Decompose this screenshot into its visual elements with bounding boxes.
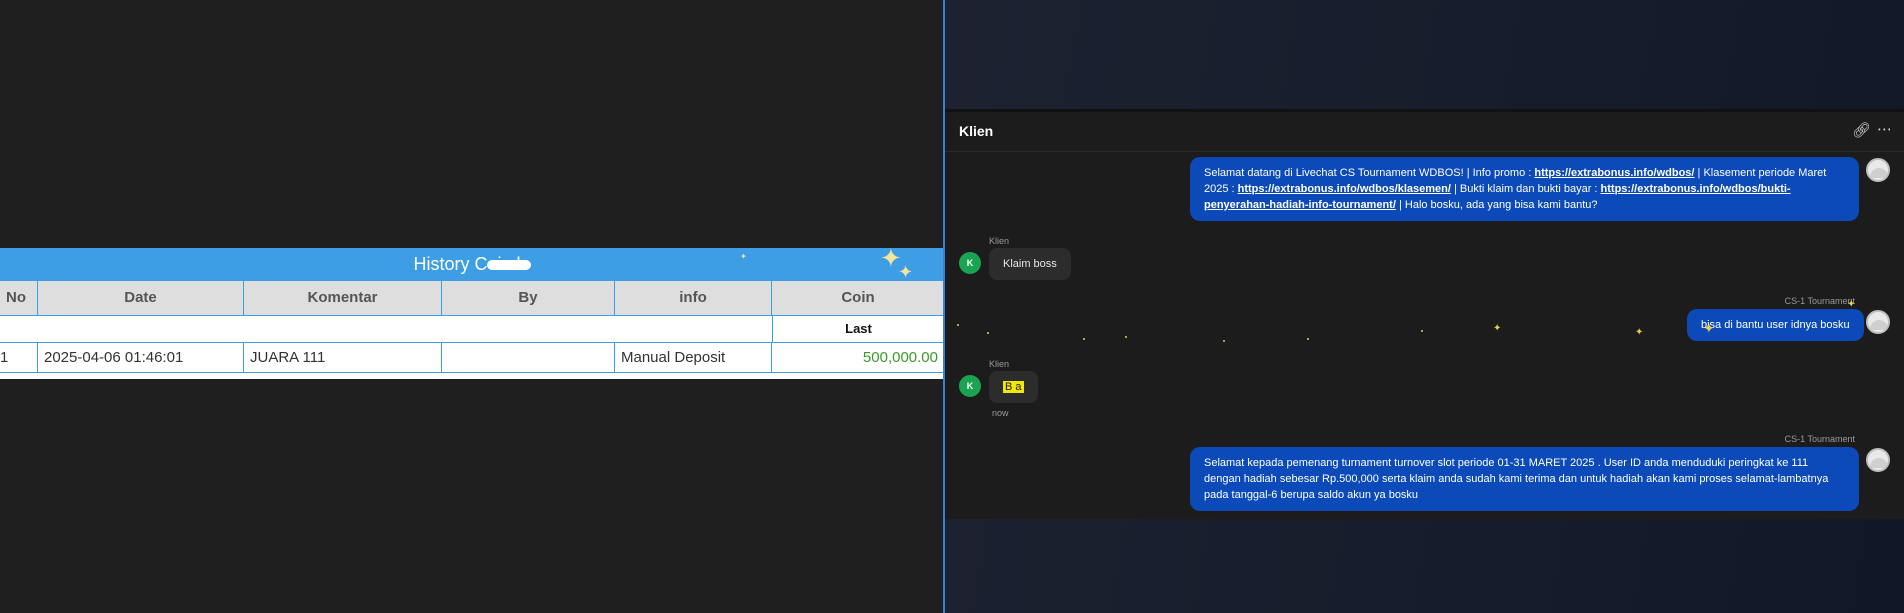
client-avatar: K	[959, 252, 981, 274]
sparkle-icon: ✦	[1703, 321, 1715, 337]
screen: History Coin b ✦ ✦ ✦ No Date Komentar By…	[0, 0, 1904, 613]
cell-komentar: JUARA 111	[244, 343, 442, 372]
cell-coin: 500,000.00	[862, 349, 938, 366]
agent-avatar	[1866, 158, 1890, 182]
message-bubble-congrats: Selamat kepada pemenang turnament turnov…	[1190, 447, 1859, 511]
message-bubble-welcome: Selamat datang di Livechat CS Tournament…	[1190, 157, 1859, 221]
cell-date: 2025-04-06 01:46:01	[38, 343, 244, 372]
sender-name: CS-1 Tournament	[1784, 434, 1855, 444]
message-text: | Halo bosku, ada yang bisa kami bantu?	[1395, 199, 1598, 211]
agent-avatar	[1866, 310, 1890, 334]
client-avatar: K	[959, 375, 981, 397]
sparkle-dot	[1223, 340, 1225, 342]
sparkle-dot	[957, 324, 959, 326]
message-time: now	[992, 408, 1009, 418]
sparkle-icon: ✦	[740, 252, 747, 261]
column-header-no[interactable]: No	[0, 281, 38, 315]
chat-panel: Klien 🔗︎ ⋯ Selamat datang di Livechat CS…	[945, 109, 1904, 519]
sparkle-icon: ✦	[1493, 323, 1502, 334]
cell-info: Manual Deposit	[615, 343, 772, 372]
subheader-last: Last	[772, 316, 944, 342]
column-header-coin[interactable]: Coin	[772, 281, 944, 315]
column-header-date[interactable]: Date	[38, 281, 244, 315]
sparkle-dot	[987, 332, 989, 334]
table-header-row: No Date Komentar By info Coin	[0, 281, 944, 315]
sender-name: Klien	[989, 236, 1010, 246]
link-icon[interactable]: 🔗︎	[1852, 121, 1871, 139]
message-text: Selamat datang di Livechat CS Tournament…	[1204, 167, 1535, 179]
sender-name: Klien	[989, 359, 1010, 369]
chat-header: Klien 🔗︎ ⋯	[945, 112, 1904, 152]
table-subheader-row: Last	[0, 315, 944, 343]
message-text: | Bukti klaim dan bukti bayar :	[1450, 183, 1601, 195]
sparkle-dot	[1421, 330, 1423, 332]
highlighted-text: B a	[1003, 381, 1024, 393]
klasemen-link[interactable]: https://extrabonus.info/wdbos/klasemen/	[1238, 183, 1451, 195]
column-header-info[interactable]: info	[615, 281, 772, 315]
sparkle-dot	[1083, 338, 1085, 340]
table-row: 1 2025-04-06 01:46:01 JUARA 111 Manual D…	[0, 343, 944, 373]
promo-link[interactable]: https://extrabonus.info/wdbos/	[1534, 167, 1694, 179]
column-header-komentar[interactable]: Komentar	[244, 281, 442, 315]
message-bubble-klaim: Klaim boss	[989, 248, 1071, 280]
cell-no: 1	[0, 343, 38, 372]
history-title-bar: History Coin b ✦ ✦ ✦	[0, 248, 944, 282]
sparkle-dot	[1125, 336, 1127, 338]
chat-title: Klien	[959, 123, 994, 139]
sender-name: CS-1 Tournament	[1784, 296, 1855, 306]
column-header-by[interactable]: By	[442, 281, 615, 315]
redaction-mark	[486, 260, 531, 271]
more-icon[interactable]: ⋯	[1877, 120, 1893, 138]
sparkle-icon: ✦	[1847, 299, 1856, 310]
cell-by	[442, 343, 615, 372]
history-coin-panel: History Coin b ✦ ✦ ✦ No Date Komentar By…	[0, 248, 944, 379]
sparkle-dot	[1307, 338, 1309, 340]
message-bubble-userid: B a	[989, 371, 1038, 403]
agent-avatar	[1866, 448, 1890, 472]
sparkle-icon: ✦	[1635, 327, 1644, 338]
